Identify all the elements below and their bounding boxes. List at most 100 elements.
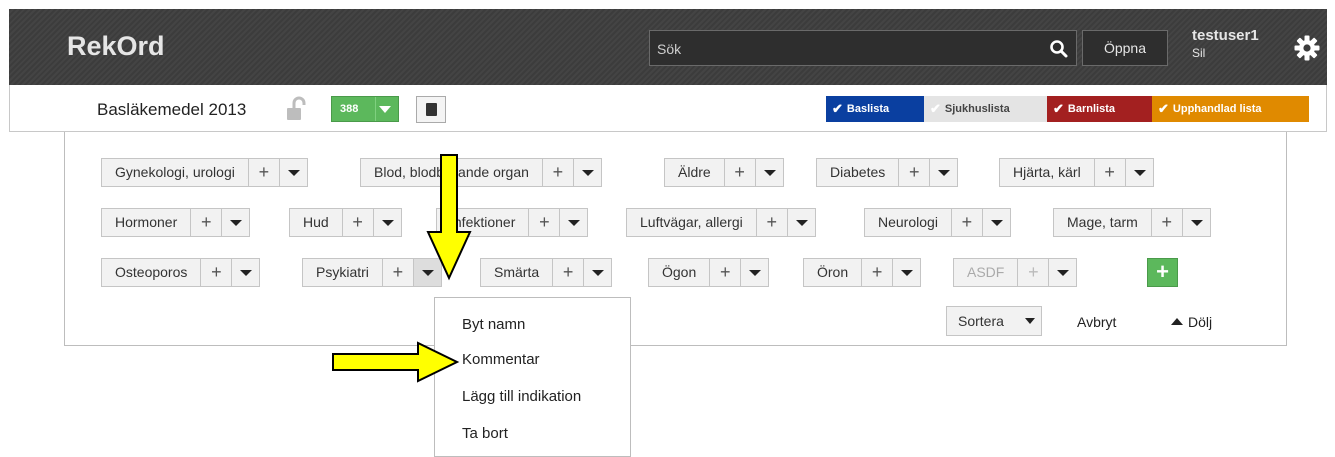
category-dropdown-toggle[interactable] [583,259,611,286]
menu-item-add-indication[interactable]: Lägg till indikation [462,388,581,405]
menu-item-comment[interactable]: Kommentar [462,351,540,368]
category-dropdown-toggle[interactable] [231,259,259,286]
category-label[interactable]: Osteoporos [102,259,200,286]
category-tag[interactable]: Hormoner + [101,208,251,237]
menu-item-delete[interactable]: Ta bort [462,425,508,442]
filter-barnlista[interactable]: ✔ Barnlista [1047,96,1152,122]
category-tag[interactable]: Diabetes + [816,158,959,187]
user-unit: Sil [1192,46,1206,60]
filter-sjukhuslista[interactable]: ✔ Sjukhuslista [924,96,1047,122]
add-item-button[interactable]: + [381,259,413,286]
count-separator [375,97,376,121]
menu-item-rename[interactable]: Byt namn [462,316,525,333]
category-tag[interactable]: Blod, blodbildande organ + [360,158,602,187]
add-item-button[interactable]: + [552,259,583,286]
add-item-button[interactable]: + [950,209,982,236]
filter-baslista[interactable]: ✔ Baslista [826,96,924,122]
category-dropdown-toggle[interactable] [1124,159,1153,186]
context-menu: Byt namn Kommentar Lägg till indikation … [434,297,631,457]
checkmark-icon: ✔ [832,101,843,116]
category-dropdown-toggle[interactable] [786,209,815,236]
category-tag[interactable]: Psykiatri + [302,258,442,287]
category-label[interactable]: Öron [804,259,861,286]
category-tag[interactable]: Neurologi + [864,208,1011,237]
add-item-button[interactable]: + [861,259,892,286]
add-item-button[interactable]: + [709,259,740,286]
filter-label: Baslista [846,103,890,115]
cancel-link[interactable]: Avbryt [1077,314,1116,330]
category-tag[interactable]: Äldre + [664,158,784,187]
unlocked-lock-icon[interactable] [284,96,310,122]
category-tag[interactable]: Ögon + [648,258,770,287]
add-item-button[interactable]: + [1150,209,1182,236]
category-tag[interactable]: Öron + [803,258,922,287]
search-placeholder: Sök [657,41,682,57]
category-label[interactable]: Luftvägar, allergi [627,209,756,236]
category-label[interactable]: Hud [290,209,342,236]
category-dropdown-toggle[interactable] [372,209,401,236]
category-label[interactable]: Diabetes [817,159,898,186]
category-label[interactable]: Hormoner [102,209,190,236]
category-label[interactable]: Mage, tarm [1054,209,1151,236]
add-item-button[interactable]: + [898,159,929,186]
hide-label: Dölj [1188,314,1213,330]
caret-down-icon [1025,318,1035,324]
category-dropdown-toggle[interactable] [1048,259,1076,286]
category-label[interactable]: Hjärta, kärl [1000,159,1094,186]
checkmark-icon: ✔ [1053,101,1064,116]
category-dropdown-toggle[interactable] [740,259,768,286]
open-button[interactable]: Öppna [1082,30,1168,66]
user-name: testuser1 [1192,27,1259,44]
category-dropdown-toggle[interactable] [981,209,1010,236]
sort-label: Sortera [958,313,1004,329]
search-input[interactable]: Sök [649,30,1077,66]
category-dropdown-toggle[interactable] [572,159,601,186]
add-category-button[interactable]: + [1147,258,1178,287]
user-info[interactable]: testuser1 Sil [1192,27,1259,60]
add-item-button[interactable]: + [528,209,559,236]
category-label[interactable]: Äldre [665,159,724,186]
category-tag[interactable]: Mage, tarm + [1053,208,1211,237]
hide-link[interactable]: Dölj [1171,314,1212,330]
search-icon[interactable] [1049,39,1069,59]
add-item-button[interactable]: + [755,209,787,236]
category-tag[interactable]: Luftvägar, allergi + [626,208,816,237]
category-tag[interactable]: Hjärta, kärl + [999,158,1154,187]
category-dropdown-toggle[interactable] [559,209,587,236]
add-item-button[interactable]: + [1093,159,1125,186]
sort-dropdown[interactable]: Sortera [946,306,1042,336]
category-dropdown-toggle[interactable] [929,159,957,186]
count-dropdown[interactable]: 388 [331,96,399,122]
category-dropdown-toggle[interactable] [221,209,249,236]
category-tag[interactable]: Osteoporos + [101,258,261,287]
category-tag[interactable]: Smärta + [480,258,613,287]
annotation-arrow-right-icon [332,341,460,383]
category-label[interactable]: ASDF [954,259,1017,286]
add-item-button[interactable]: + [541,159,573,186]
filter-upphandlad-lista[interactable]: ✔ Upphandlad lista [1152,96,1309,122]
category-dropdown-toggle[interactable] [754,159,783,186]
category-tag[interactable]: Gynekologi, urologi + [101,158,308,187]
category-label[interactable]: Smärta [481,259,552,286]
filter-label: Barnlista [1067,103,1115,115]
checkmark-icon: ✔ [1158,101,1169,116]
gear-icon[interactable] [1293,34,1321,62]
add-item-button[interactable]: + [200,259,231,286]
category-dropdown-toggle[interactable] [892,259,920,286]
add-item-button[interactable]: + [341,209,373,236]
filter-label: Upphandlad lista [1172,103,1262,115]
add-item-button[interactable]: + [190,209,221,236]
add-item-button[interactable]: + [723,159,755,186]
book-icon [426,103,437,116]
book-button[interactable] [416,96,446,123]
category-label[interactable]: Ögon [649,259,709,286]
category-tag[interactable]: ASDF + [953,258,1078,287]
category-label[interactable]: Neurologi [865,209,951,236]
add-item-button[interactable]: + [1017,259,1048,286]
add-item-button[interactable]: + [247,159,279,186]
category-label[interactable]: Gynekologi, urologi [102,159,248,186]
category-dropdown-toggle[interactable] [278,159,307,186]
category-dropdown-toggle[interactable] [1181,209,1210,236]
category-label[interactable]: Psykiatri [303,259,382,286]
category-tag[interactable]: Hud + [289,208,402,237]
